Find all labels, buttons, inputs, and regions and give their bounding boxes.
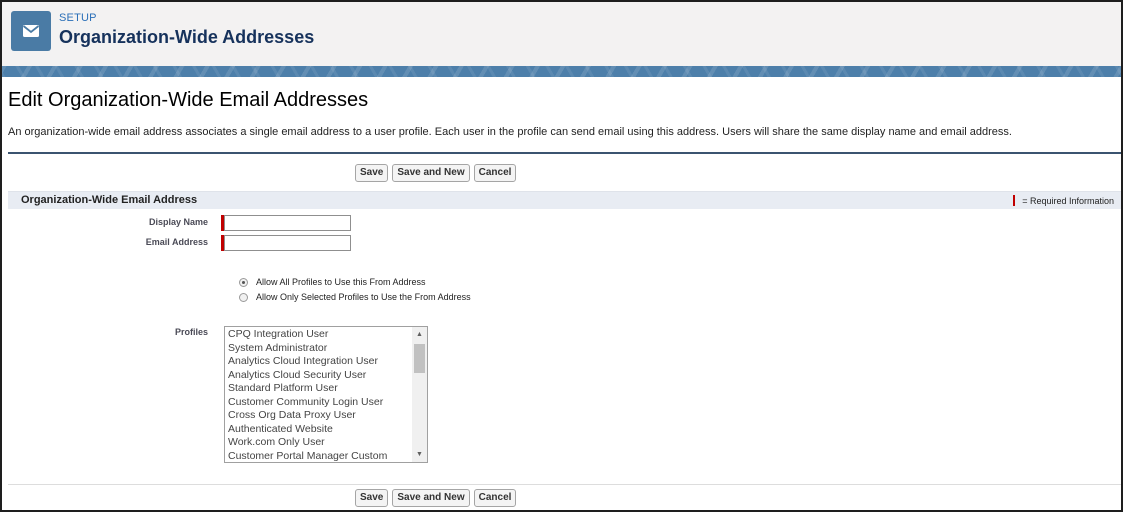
section-title: Organization-Wide Email Address (21, 194, 198, 206)
profiles-label: Profiles (174, 327, 208, 337)
scroll-down-icon[interactable]: ▼ (412, 448, 427, 461)
profile-option[interactable]: CPQ Integration User (228, 328, 413, 342)
header-title: Organization-Wide Addresses (59, 27, 315, 47)
header-banner (2, 66, 1121, 77)
email-address-field-wrap (221, 235, 351, 251)
bottom-button-bar: Save Save and New Cancel (355, 489, 517, 507)
save-and-new-button[interactable]: Save and New (392, 164, 470, 182)
profiles-list: CPQ Integration User System Administrator… (228, 328, 413, 463)
save-and-new-button[interactable]: Save and New (392, 489, 470, 507)
display-name-label: Display Name (148, 217, 208, 227)
required-legend-text: = Required Information (1022, 196, 1114, 206)
cancel-button[interactable]: Cancel (473, 489, 517, 507)
display-name-input[interactable] (224, 215, 351, 231)
scroll-thumb[interactable] (414, 344, 425, 373)
required-marker (1013, 195, 1016, 206)
radio-allow-selected-label: Allow Only Selected Profiles to Use the … (256, 292, 471, 302)
top-button-bar: Save Save and New Cancel (355, 164, 517, 182)
profile-option[interactable]: Standard Platform User (228, 382, 413, 396)
profile-option[interactable]: Authenticated Website (228, 423, 413, 437)
profiles-scrollbar[interactable]: ▲ ▼ (412, 327, 427, 462)
profile-option[interactable]: Cross Org Data Proxy User (228, 409, 413, 423)
radio-allow-selected[interactable] (239, 292, 248, 302)
display-name-field-wrap (221, 215, 351, 231)
bottom-divider (8, 484, 1121, 485)
radio-allow-all-row[interactable]: Allow All Profiles to Use this From Addr… (239, 275, 426, 289)
profile-option[interactable]: Analytics Cloud Security User (228, 369, 413, 383)
envelope-icon (11, 11, 51, 51)
email-address-input[interactable] (224, 235, 351, 251)
email-address-label: Email Address (145, 237, 208, 247)
section-header: Organization-Wide Email Address = Requir… (8, 191, 1121, 209)
page-title: Edit Organization-Wide Email Addresses (8, 89, 369, 111)
page-header: SETUP Organization-Wide Addresses (2, 2, 1121, 66)
app-frame: SETUP Organization-Wide Addresses Edit O… (0, 0, 1123, 512)
save-button[interactable]: Save (355, 489, 389, 507)
envelope-icon-glyph (22, 25, 40, 37)
profile-option[interactable]: Customer Community Login User (228, 396, 413, 410)
header-eyebrow[interactable]: SETUP (59, 12, 97, 24)
cancel-button[interactable]: Cancel (473, 164, 517, 182)
required-legend: = Required Information (1013, 195, 1114, 206)
radio-allow-all-label: Allow All Profiles to Use this From Addr… (256, 277, 426, 287)
scroll-up-icon[interactable]: ▲ (412, 328, 427, 341)
title-divider (8, 152, 1121, 154)
profile-option[interactable]: System Administrator (228, 342, 413, 356)
save-button[interactable]: Save (355, 164, 389, 182)
radio-allow-all[interactable] (239, 277, 248, 287)
profile-option[interactable]: Work.com Only User (228, 436, 413, 450)
profiles-listbox[interactable]: CPQ Integration User System Administrator… (224, 326, 428, 463)
profile-option[interactable]: Customer Portal Manager Custom (228, 450, 413, 464)
page-description: An organization-wide email address assoc… (8, 126, 1012, 138)
profile-option[interactable]: Analytics Cloud Integration User (228, 355, 413, 369)
radio-allow-selected-row[interactable]: Allow Only Selected Profiles to Use the … (239, 290, 471, 304)
